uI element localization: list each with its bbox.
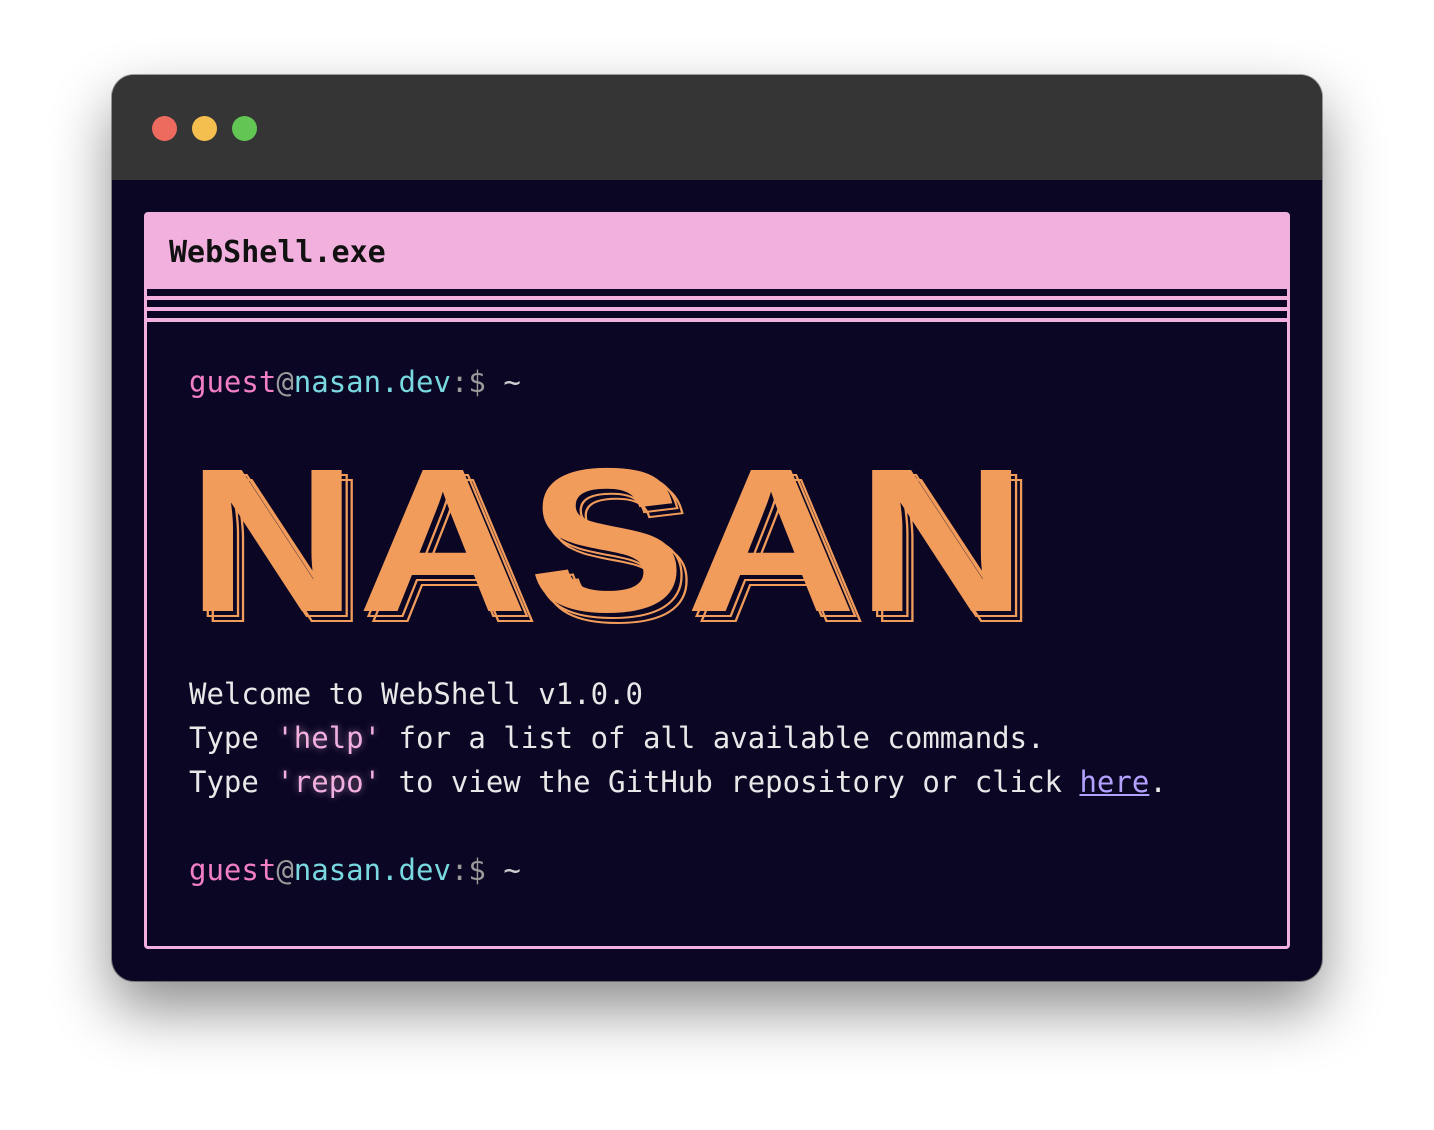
repo-hint-middle: to view the GitHub repository or click <box>381 765 1080 799</box>
window-titlebar[interactable] <box>112 75 1322 180</box>
prompt-host: nasan.dev <box>293 365 451 399</box>
webshell-title: WebShell.exe <box>169 235 386 270</box>
minimize-window-button[interactable] <box>192 116 217 141</box>
help-keyword: 'help' <box>276 721 382 755</box>
prompt-at: @ <box>276 365 294 399</box>
help-hint-suffix: for a list of all available commands. <box>381 721 1045 755</box>
repo-hint-end: . <box>1149 765 1167 799</box>
prompt-line: guest@nasan.dev:$ ~ <box>189 365 521 399</box>
welcome-line: Welcome to WebShell v1.0.0 <box>189 677 643 711</box>
ascii-banner: NASANNASANNASAN <box>187 447 1038 637</box>
prompt-separator: :$ <box>450 853 486 887</box>
repo-hint-prefix: Type <box>189 765 277 799</box>
maximize-window-button[interactable] <box>232 116 257 141</box>
webshell-panel: WebShell.exe guest@nasan.dev:$ ~ NASAN NA… <box>144 212 1290 949</box>
close-window-button[interactable] <box>152 116 177 141</box>
prompt-path: ~ <box>503 853 521 887</box>
repo-hint-line: Type 'repo' to view the GitHub repositor… <box>189 765 1167 799</box>
header-stripe <box>147 318 1287 322</box>
banner-text: NASAN <box>187 447 1027 637</box>
header-stripe <box>147 296 1287 300</box>
header-stripe <box>147 307 1287 311</box>
prompt-line[interactable]: guest@nasan.dev:$ ~ <box>189 853 521 887</box>
webshell-header: WebShell.exe <box>147 215 1287 289</box>
repo-keyword: 'repo' <box>276 765 382 799</box>
prompt-user: guest <box>189 365 277 399</box>
help-hint-line: Type 'help' for a list of all available … <box>189 721 1045 755</box>
repo-link[interactable]: here <box>1079 765 1149 799</box>
prompt-separator: :$ <box>450 365 486 399</box>
help-hint-prefix: Type <box>189 721 277 755</box>
prompt-at: @ <box>276 853 294 887</box>
prompt-path: ~ <box>503 365 521 399</box>
prompt-host: nasan.dev <box>293 853 451 887</box>
prompt-user: guest <box>189 853 277 887</box>
terminal-window: WebShell.exe guest@nasan.dev:$ ~ NASAN NA… <box>112 75 1322 981</box>
